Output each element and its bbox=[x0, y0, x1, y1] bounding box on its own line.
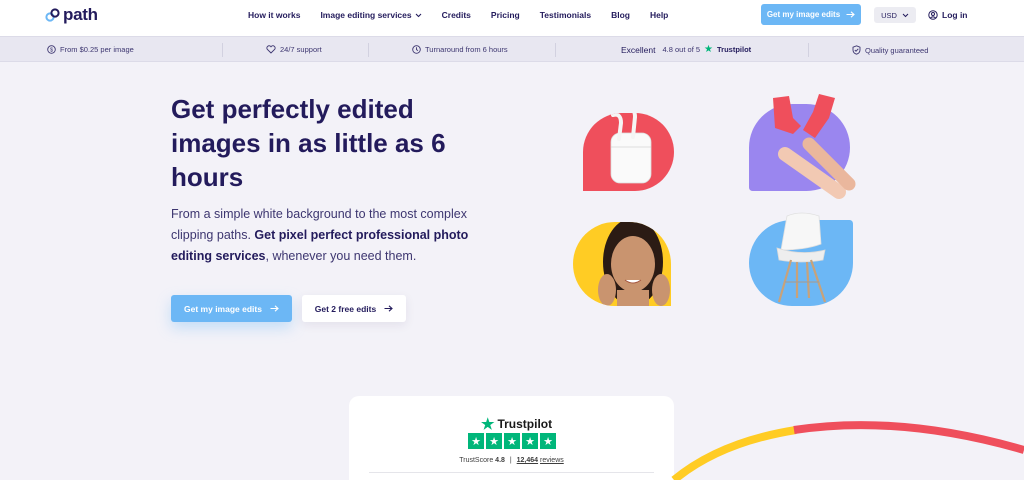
tp-rating-text: 4.8 out of 5 bbox=[662, 45, 701, 54]
nav-label: Blog bbox=[611, 10, 630, 20]
nav-pricing[interactable]: Pricing bbox=[491, 10, 520, 20]
divider bbox=[222, 43, 223, 57]
earbuds-illustration bbox=[610, 113, 652, 184]
logo-text: path bbox=[63, 5, 98, 24]
nav-label: Help bbox=[649, 10, 669, 20]
nav-testimonials[interactable]: Testimonials bbox=[540, 10, 591, 20]
usp-bar: $ From $0.25 per image 24/7 support Turn… bbox=[0, 36, 1024, 62]
top-navigation: path How it works Image editing services… bbox=[0, 0, 1024, 36]
trustpilot-stars: ★ ★ ★ ★ ★ bbox=[468, 433, 556, 449]
divider bbox=[555, 43, 556, 57]
secondary-button-label: Get 2 free edits bbox=[314, 303, 377, 314]
header-cta-button[interactable]: Get my image edits bbox=[761, 4, 861, 25]
hero-title: Get perfectly edited images in as little… bbox=[171, 94, 446, 192]
trustpilot-widget[interactable]: ★ Trustpilot ★ ★ ★ ★ ★ TrustScore 4.8 | … bbox=[349, 396, 674, 480]
divider bbox=[369, 472, 654, 473]
trustscore-separator: | bbox=[509, 457, 512, 464]
nav-label: Credits bbox=[441, 10, 471, 20]
star-icon: ★ bbox=[468, 433, 484, 449]
usp-turnaround-text: Turnaround from 6 hours bbox=[425, 45, 508, 54]
usp-price-text: From $0.25 per image bbox=[60, 45, 134, 54]
nav-label: How it works bbox=[248, 10, 301, 20]
trustpilot-summary[interactable]: Excellent 4.8 out of 5 ★ Trustpilot bbox=[621, 44, 751, 55]
reviews-count[interactable]: 12,464 bbox=[517, 457, 538, 464]
arrow-right-icon bbox=[384, 305, 394, 312]
trustpilot-star-icon: ★ bbox=[481, 416, 495, 433]
user-icon bbox=[928, 10, 938, 20]
decorative-arc bbox=[671, 421, 1024, 480]
nav-credits[interactable]: Credits bbox=[442, 10, 471, 20]
primary-button-label: Get my image edits bbox=[184, 303, 262, 314]
header-cta-label: Get my image edits bbox=[766, 10, 841, 19]
usp-price: $ From $0.25 per image bbox=[47, 45, 134, 54]
earbuds-image bbox=[583, 113, 674, 191]
hero-subtitle-part: , whenever you need them. bbox=[265, 249, 417, 263]
star-icon: ★ bbox=[540, 433, 556, 449]
nav-label: Testimonials bbox=[539, 10, 592, 20]
sneakers-image bbox=[749, 94, 856, 199]
chevron-down-icon bbox=[415, 13, 422, 17]
trustpilot-logo: ★ Trustpilot bbox=[481, 415, 552, 433]
trustpilot-brand: Trustpilot bbox=[497, 417, 553, 431]
chevron-down-icon bbox=[902, 13, 909, 17]
nav-help[interactable]: Help bbox=[650, 10, 668, 20]
logo[interactable]: path bbox=[45, 5, 98, 25]
trustscore-line: TrustScore 4.8 | 12,464 reviews bbox=[349, 457, 674, 464]
trustscore-label: TrustScore bbox=[459, 457, 494, 464]
dollar-icon: $ bbox=[47, 45, 56, 54]
shield-check-icon bbox=[852, 45, 861, 55]
divider bbox=[368, 43, 369, 57]
usp-support-text: 24/7 support bbox=[280, 45, 322, 54]
login-label: Log in bbox=[942, 10, 968, 20]
svg-text:$: $ bbox=[50, 48, 53, 54]
clock-icon bbox=[412, 45, 421, 54]
sneakers-illustration bbox=[773, 94, 856, 199]
reviews-label[interactable]: reviews bbox=[540, 457, 564, 464]
star-icon: ★ bbox=[486, 433, 502, 449]
nav-label: Image editing services bbox=[320, 10, 412, 20]
nav-blog[interactable]: Blog bbox=[611, 10, 630, 20]
chair-illustration bbox=[776, 212, 827, 303]
divider bbox=[808, 43, 809, 57]
usp-support: 24/7 support bbox=[266, 45, 322, 54]
currency-selector[interactable]: USD bbox=[874, 7, 916, 23]
path-logo-icon bbox=[45, 8, 60, 22]
trustpilot-star-icon: ★ bbox=[704, 44, 713, 55]
nav-label: Pricing bbox=[490, 10, 520, 20]
star-icon: ★ bbox=[504, 433, 520, 449]
arrow-right-icon bbox=[270, 305, 279, 312]
main-nav: How it works Image editing services Cred… bbox=[248, 10, 688, 20]
usp-quality-text: Quality guaranteed bbox=[865, 45, 929, 55]
trustscore-value: 4.8 bbox=[495, 457, 505, 464]
get-free-edits-button[interactable]: Get 2 free edits bbox=[302, 295, 406, 322]
usp-turnaround: Turnaround from 6 hours bbox=[412, 45, 508, 54]
nav-image-editing-services[interactable]: Image editing services bbox=[320, 10, 422, 20]
get-image-edits-button[interactable]: Get my image edits bbox=[171, 295, 292, 322]
usp-quality: Quality guaranteed bbox=[852, 45, 928, 55]
portrait-image bbox=[573, 222, 671, 306]
star-icon: ★ bbox=[522, 433, 538, 449]
nav-how-it-works[interactable]: How it works bbox=[248, 10, 300, 20]
chair-image bbox=[749, 212, 853, 306]
login-link[interactable]: Log in bbox=[928, 10, 968, 20]
arrow-right-icon bbox=[846, 11, 855, 18]
currency-value: USD bbox=[881, 10, 897, 20]
heart-icon bbox=[266, 45, 276, 54]
hero-subtitle: From a simple white background to the mo… bbox=[171, 204, 501, 267]
portrait-illustration bbox=[598, 222, 670, 306]
tp-brand-text: Trustpilot bbox=[717, 45, 752, 54]
tp-excellent-text: Excellent bbox=[621, 44, 656, 55]
